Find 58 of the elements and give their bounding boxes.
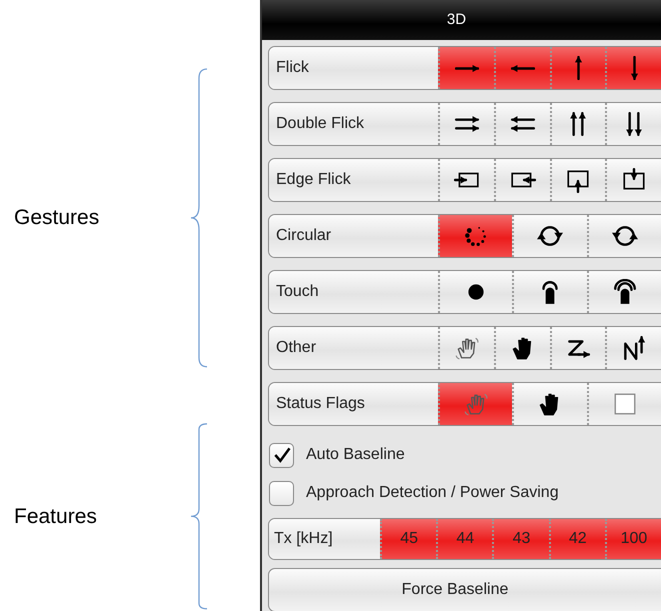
checkbox[interactable] bbox=[269, 442, 294, 468]
gesture-toggle[interactable] bbox=[586, 383, 661, 425]
gesture-row-label[interactable]: Circular bbox=[269, 215, 438, 257]
gesture-row-label[interactable]: Status Flags bbox=[269, 383, 438, 425]
annotation-label: Gestures bbox=[14, 205, 100, 232]
gesture-row-label[interactable]: Double Flick bbox=[269, 103, 438, 145]
left-arrow-icon bbox=[510, 64, 535, 72]
gesture-toggle[interactable] bbox=[512, 215, 587, 257]
annotation-label: Features bbox=[14, 504, 98, 530]
checkbox-label: Approach Detection / Power Saving bbox=[306, 483, 559, 503]
up-arrow-icon bbox=[574, 56, 583, 80]
gesture-toggle[interactable] bbox=[605, 47, 661, 89]
gesture-toggle[interactable] bbox=[512, 271, 587, 313]
n-arrow-icon bbox=[621, 335, 648, 361]
gesture-row-label[interactable]: Edge Flick bbox=[269, 159, 438, 201]
square-icon bbox=[612, 391, 638, 417]
gesture-row-label[interactable]: Other bbox=[269, 327, 438, 369]
gesture-toggle[interactable] bbox=[550, 159, 606, 201]
panel-title-bar: 3D bbox=[262, 0, 661, 40]
gesture-toggle[interactable] bbox=[438, 271, 512, 313]
gesture-toggle[interactable] bbox=[550, 47, 606, 89]
gesture-toggle[interactable] bbox=[494, 47, 550, 89]
down-arrow-icon bbox=[630, 56, 639, 80]
frequency-toggle[interactable]: 45 bbox=[380, 519, 436, 559]
gesture-toggle[interactable] bbox=[550, 103, 606, 145]
checkbox[interactable] bbox=[269, 480, 294, 506]
right-arrow-icon bbox=[454, 64, 479, 72]
frequency-toggle[interactable]: 100 bbox=[604, 519, 661, 559]
gesture-toggle[interactable] bbox=[494, 103, 550, 145]
checkmark-icon bbox=[272, 445, 292, 465]
checkbox-label: Auto Baseline bbox=[306, 445, 405, 465]
gesture-toggle[interactable] bbox=[438, 159, 494, 201]
gesture-toggle[interactable] bbox=[586, 271, 661, 313]
force-baseline-button[interactable]: Force Baseline bbox=[268, 568, 661, 611]
frequency-toggle[interactable]: 43 bbox=[492, 519, 549, 559]
gesture-toggle[interactable] bbox=[550, 327, 606, 369]
circular-arrows-icon bbox=[537, 223, 564, 249]
waving-hand-icon bbox=[454, 335, 480, 361]
gesture-toggle[interactable] bbox=[512, 383, 587, 425]
finger-icon bbox=[612, 279, 638, 305]
gesture-toggle[interactable] bbox=[438, 103, 494, 145]
gesture-toggle[interactable] bbox=[438, 47, 494, 89]
frequency-toggle[interactable]: 42 bbox=[548, 519, 605, 559]
gesture-toggle[interactable] bbox=[438, 327, 494, 369]
circular-arrows-icon bbox=[612, 223, 638, 249]
gesture-toggle[interactable] bbox=[438, 215, 512, 257]
gesture-toggle[interactable] bbox=[494, 327, 550, 369]
waving-hand-icon bbox=[463, 391, 490, 417]
gesture-toggle[interactable] bbox=[605, 327, 661, 369]
gesture-toggle[interactable] bbox=[605, 159, 661, 201]
gesture-row-label[interactable]: Flick bbox=[269, 47, 438, 89]
gesture-toggle[interactable] bbox=[586, 215, 661, 257]
gesture-toggle[interactable] bbox=[494, 159, 550, 201]
gesture-toggle[interactable] bbox=[605, 103, 661, 145]
tx-label: Tx [kHz] bbox=[269, 519, 380, 559]
gesture-row-label[interactable]: Touch bbox=[269, 271, 438, 313]
frequency-toggle[interactable]: 44 bbox=[436, 519, 492, 559]
gesture-toggle[interactable] bbox=[438, 383, 512, 425]
